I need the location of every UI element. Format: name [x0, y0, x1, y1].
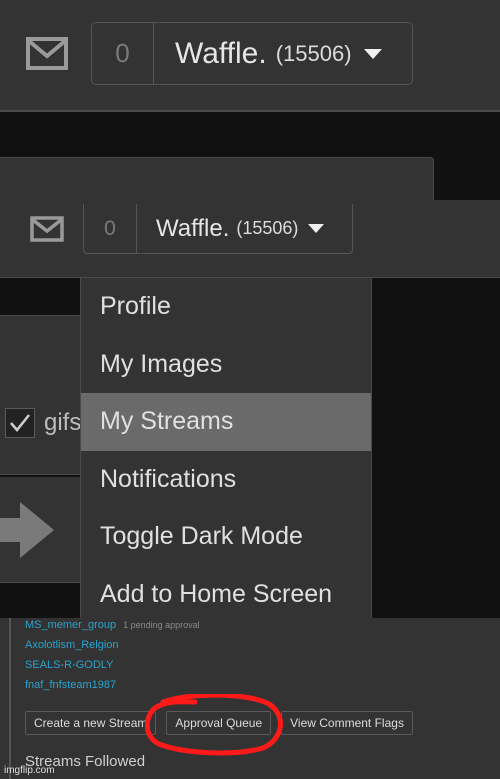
- menu-item-my-images[interactable]: My Images: [81, 336, 371, 394]
- list-item: SEALS-R-GODLY: [25, 659, 200, 679]
- list-item: Axolotlism_Relgion: [25, 639, 200, 659]
- notification-count[interactable]: 0: [92, 23, 154, 84]
- stream-link[interactable]: MS_memer_group: [25, 619, 116, 631]
- menu-item-my-streams[interactable]: My Streams: [81, 393, 371, 451]
- user-menu-toggle[interactable]: Waffle. (15506): [137, 204, 352, 253]
- approval-queue-button[interactable]: Approval Queue: [166, 711, 272, 735]
- user-dropdown-menu: Profile My Images My Streams Notificatio…: [80, 278, 372, 618]
- caret-down-icon: [308, 224, 325, 233]
- arrow-right-icon[interactable]: [0, 500, 56, 560]
- menu-item-notifications[interactable]: Notifications: [81, 451, 371, 509]
- header-bar-tab: [0, 157, 434, 202]
- username: Waffle.: [156, 214, 230, 242]
- envelope-icon[interactable]: [26, 37, 68, 70]
- menu-item-add-to-home-screen[interactable]: Add to Home Screen: [81, 566, 371, 624]
- user-menu-toggle[interactable]: Waffle. (15506): [154, 23, 412, 84]
- view-comment-flags-button[interactable]: View Comment Flags: [281, 711, 413, 735]
- user-points: (15506): [275, 40, 352, 66]
- caret-down-icon: [363, 48, 382, 59]
- header-bar-zoomed: 0 Waffle. (15506): [0, 0, 500, 112]
- menu-item-toggle-dark-mode[interactable]: Toggle Dark Mode: [81, 508, 371, 566]
- list-item: fnaf_fnfsteam1987: [25, 679, 200, 699]
- gifs-checkbox-label: gifs: [44, 409, 82, 436]
- stream-link[interactable]: SEALS-R-GODLY: [25, 659, 113, 671]
- stream-actions: Create a new Stream Approval Queue View …: [25, 711, 413, 735]
- pending-approval-note: 1 pending approval: [123, 620, 200, 630]
- username: Waffle.: [175, 36, 267, 70]
- user-button-group: 0 Waffle. (15506): [91, 22, 413, 85]
- checkmark-icon: [10, 414, 30, 432]
- user-points: (15506): [236, 218, 299, 238]
- screenshot-composite: 0 Waffle. (15506) 0 Waffle. (15506) gifs: [0, 0, 500, 779]
- user-button-group: 0 Waffle. (15506): [83, 204, 353, 254]
- section-divider: [9, 618, 11, 779]
- watermark: imgflip.com: [4, 765, 55, 776]
- create-stream-button[interactable]: Create a new Stream: [25, 711, 157, 735]
- notification-count[interactable]: 0: [84, 204, 137, 253]
- envelope-icon[interactable]: [30, 216, 64, 242]
- stream-link[interactable]: fnaf_fnfsteam1987: [25, 679, 116, 691]
- list-item: MS_memer_group 1 pending approval: [25, 619, 200, 639]
- stream-list: MS_memer_group 1 pending approval Axolot…: [25, 619, 200, 699]
- menu-item-profile[interactable]: Profile: [81, 278, 371, 336]
- stream-link[interactable]: Axolotlism_Relgion: [25, 639, 119, 651]
- upload-options-panel: [0, 315, 80, 475]
- gifs-checkbox[interactable]: [5, 408, 35, 438]
